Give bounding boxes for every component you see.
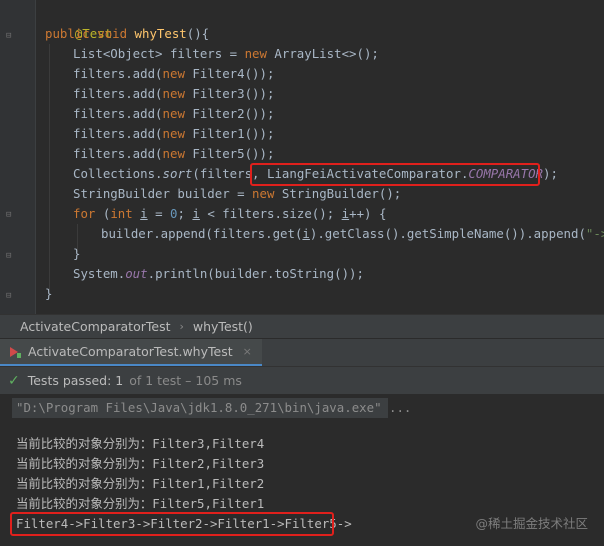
code-line-add[interactable]: filters.add(new Filter2()); bbox=[73, 104, 274, 124]
editor-gutter[interactable]: ⊟ ⊟ ⊟ ⊟ bbox=[0, 0, 36, 314]
code-line-append[interactable]: builder.append(filters.get(i).getClass()… bbox=[101, 224, 604, 244]
code-line-println[interactable]: System.out.println(builder.toString()); bbox=[73, 264, 364, 284]
run-tab-bar: ActivateComparatorTest.whyTest × bbox=[0, 338, 604, 367]
indent-guide bbox=[49, 44, 50, 290]
console-line: 当前比较的对象分别为：Filter1,Filter2 bbox=[16, 476, 265, 491]
code-line-add[interactable]: filters.add(new Filter1()); bbox=[73, 124, 274, 144]
tests-passed-label: Tests passed: 1 bbox=[27, 373, 124, 388]
console-line: 当前比较的对象分别为：Filter3,Filter4 bbox=[16, 436, 265, 451]
code-line-close-for[interactable]: } bbox=[73, 244, 80, 264]
fold-marker-icon[interactable]: ⊟ bbox=[6, 252, 14, 261]
code-editor[interactable]: ⊟ ⊟ ⊟ ⊟ @Test public void whyTest(){ Lis… bbox=[0, 0, 604, 314]
tab-run-config[interactable]: ActivateComparatorTest.whyTest × bbox=[0, 339, 262, 367]
code-line-annotation[interactable]: @Test bbox=[45, 4, 112, 41]
console-line: 当前比较的对象分别为：Filter5,Filter1 bbox=[16, 496, 265, 511]
console-line: 当前比较的对象分别为：Filter2,Filter3 bbox=[16, 456, 265, 471]
result-highlight-box bbox=[10, 512, 334, 536]
breadcrumb-method[interactable]: whyTest() bbox=[193, 319, 253, 334]
code-line-builder[interactable]: StringBuilder builder = new StringBuilde… bbox=[73, 184, 401, 204]
console-command-line[interactable]: "D:\Program Files\Java\jdk1.8.0_271\bin\… bbox=[16, 398, 411, 418]
code-line-method-signature[interactable]: public void whyTest(){ bbox=[45, 24, 209, 44]
fold-marker-icon[interactable]: ⊟ bbox=[6, 292, 14, 301]
code-line-close-method[interactable]: } bbox=[45, 284, 52, 304]
code-line-add[interactable]: filters.add(new Filter5()); bbox=[73, 144, 274, 164]
console-output[interactable]: "D:\Program Files\Java\jdk1.8.0_271\bin\… bbox=[0, 394, 604, 546]
close-icon[interactable]: × bbox=[243, 345, 252, 358]
breadcrumb: ActivateComparatorTest › whyTest() bbox=[0, 314, 604, 338]
code-line-for[interactable]: for (int i = 0; i < filters.size(); i++)… bbox=[73, 204, 386, 224]
breadcrumb-class[interactable]: ActivateComparatorTest bbox=[20, 319, 170, 334]
check-icon: ✓ bbox=[8, 372, 20, 389]
test-status-bar: ✓ Tests passed: 1 of 1 test – 105 ms bbox=[0, 366, 604, 394]
code-line-add[interactable]: filters.add(new Filter4()); bbox=[73, 64, 274, 84]
breadcrumb-separator: › bbox=[179, 320, 184, 333]
run-tab-label: ActivateComparatorTest.whyTest bbox=[28, 344, 233, 359]
fold-marker-icon[interactable]: ⊟ bbox=[6, 32, 14, 41]
code-line-add[interactable]: filters.add(new Filter3()); bbox=[73, 84, 274, 104]
comparator-highlight-box bbox=[250, 163, 540, 186]
watermark: @稀土掘金技术社区 bbox=[475, 516, 588, 531]
fold-marker-icon[interactable]: ⊟ bbox=[6, 211, 14, 220]
tests-passed-detail: of 1 test – 105 ms bbox=[129, 373, 242, 388]
code-line-list-decl[interactable]: List<Object> filters = new ArrayList<>()… bbox=[73, 44, 379, 64]
run-test-icon bbox=[8, 345, 22, 359]
